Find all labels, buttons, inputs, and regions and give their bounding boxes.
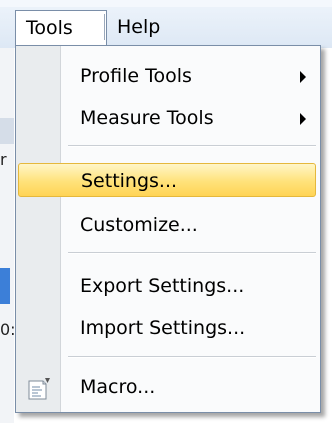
menu-item-label: Import Settings... (80, 317, 246, 339)
menu-icon-gutter (16, 46, 61, 412)
menu-separator (68, 145, 316, 147)
submenu-arrow-icon (300, 113, 306, 125)
menu-item-profile-tools[interactable]: Profile Tools (62, 59, 316, 93)
background-toolbar-strip (0, 118, 14, 144)
menu-separator (68, 356, 316, 358)
submenu-arrow-icon (300, 71, 306, 83)
background-text-fragment: r (0, 150, 7, 169)
macro-script-icon (26, 376, 52, 402)
menu-item-label: Export Settings... (80, 275, 245, 297)
menu-item-customize[interactable]: Customize... (62, 208, 316, 242)
menu-separator (68, 252, 316, 254)
menu-item-settings[interactable]: Settings... (18, 163, 316, 197)
menu-item-label: Customize... (80, 214, 198, 236)
background-window (0, 48, 14, 423)
background-text-fragment: 0: (0, 320, 16, 339)
menubar-separator (104, 14, 105, 40)
menu-tools[interactable]: Tools (15, 10, 107, 46)
background-selection-strip (0, 268, 10, 304)
menu-item-import-settings[interactable]: Import Settings... (62, 311, 316, 345)
menu-item-macro[interactable]: Macro... (62, 370, 316, 404)
menubar: Tools Help (0, 0, 332, 48)
menu-help-label: Help (117, 16, 161, 38)
menubar-top-edge (0, 0, 332, 7)
menu-tools-label: Tools (26, 17, 73, 39)
tools-dropdown-menu: Profile Tools Measure Tools Settings... … (15, 45, 321, 413)
menu-item-measure-tools[interactable]: Measure Tools (62, 101, 316, 135)
menu-item-label: Macro... (80, 376, 156, 398)
menu-item-label: Settings... (81, 170, 178, 192)
menu-item-label: Profile Tools (80, 65, 192, 87)
menu-item-export-settings[interactable]: Export Settings... (62, 269, 316, 303)
menu-help[interactable]: Help (107, 10, 177, 46)
menu-item-label: Measure Tools (80, 107, 214, 129)
